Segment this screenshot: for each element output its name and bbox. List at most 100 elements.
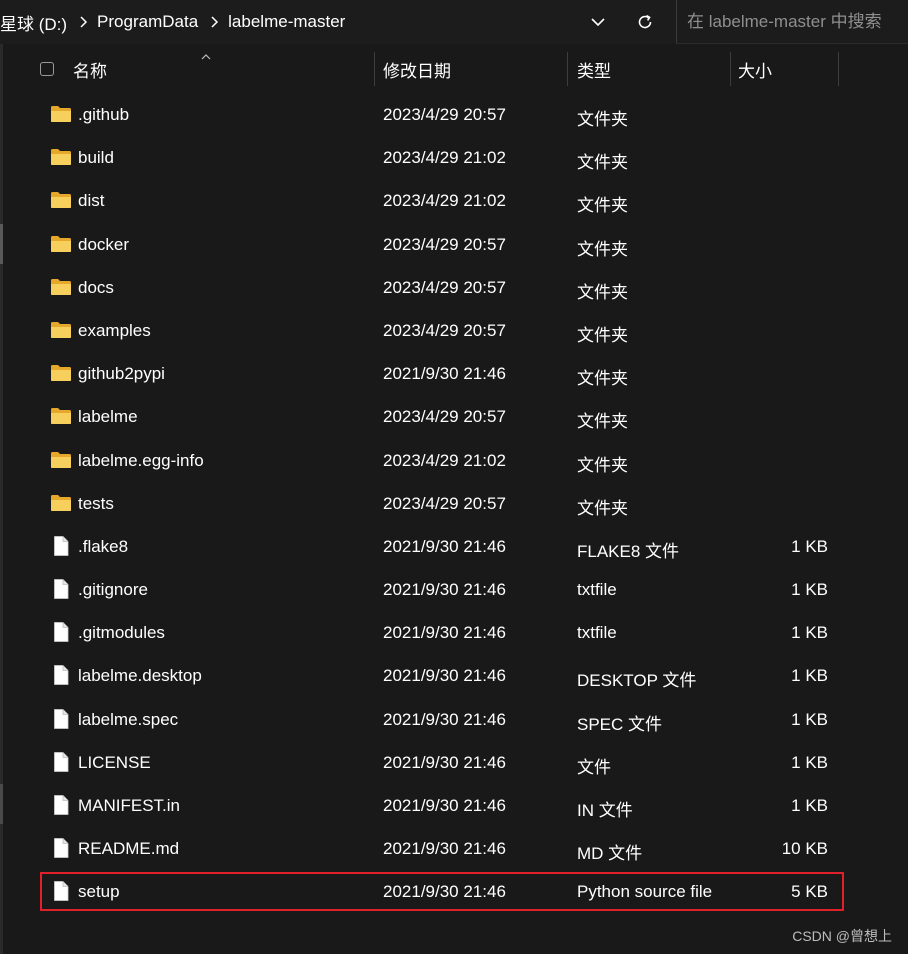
chevron-right-icon[interactable] [75, 14, 91, 30]
file-type: FLAKE8 文件 [577, 541, 680, 561]
file-row[interactable]: labelme 2023/4/29 20:57 文件夹 [0, 395, 908, 438]
file-row[interactable]: labelme.spec 2021/9/30 21:46 SPEC 文件 1 KB [0, 698, 908, 741]
file-icon [50, 880, 72, 902]
file-type: 文件夹 [577, 325, 628, 345]
file-icon [50, 664, 72, 686]
file-modified-date: 2021/9/30 21:46 [383, 709, 506, 729]
file-size: 10 KB [781, 839, 828, 859]
folder-icon [50, 362, 72, 384]
file-icon [50, 578, 72, 600]
chevron-down-icon[interactable] [584, 8, 612, 36]
file-icon [50, 837, 72, 859]
file-type: 文件夹 [577, 153, 628, 173]
file-row[interactable]: .gitignore 2021/9/30 21:46 txtfile 1 KB [0, 568, 908, 611]
file-modified-date: 2023/4/29 20:57 [383, 493, 506, 513]
file-name: LICENSE [78, 752, 151, 772]
column-divider[interactable] [838, 52, 839, 86]
file-modified-date: 2023/4/29 21:02 [383, 450, 506, 470]
sort-ascending-icon [200, 48, 212, 66]
breadcrumb-drive[interactable]: 星球 (D:) [0, 10, 73, 35]
column-divider[interactable] [730, 52, 731, 86]
file-size: 5 KB [791, 882, 828, 902]
file-modified-date: 2021/9/30 21:46 [383, 364, 506, 384]
file-type: 文件夹 [577, 498, 628, 518]
file-row[interactable]: MANIFEST.in 2021/9/30 21:46 IN 文件 1 KB [0, 784, 908, 827]
file-name: .gitignore [78, 580, 148, 600]
file-name: examples [78, 320, 151, 340]
file-modified-date: 2021/9/30 21:46 [383, 623, 506, 643]
file-size: 1 KB [791, 536, 828, 556]
file-icon [50, 535, 72, 557]
file-type: 文件夹 [577, 239, 628, 259]
file-row[interactable]: build 2023/4/29 21:02 文件夹 [0, 136, 908, 179]
file-name: dist [78, 191, 105, 211]
file-icon [50, 708, 72, 730]
file-name: docs [78, 277, 114, 297]
file-modified-date: 2021/9/30 21:46 [383, 752, 506, 772]
column-divider[interactable] [374, 52, 375, 86]
file-type: 文件夹 [577, 282, 628, 302]
chevron-right-icon[interactable] [206, 14, 222, 30]
folder-icon [50, 103, 72, 125]
file-row[interactable]: docker 2023/4/29 20:57 文件夹 [0, 223, 908, 266]
file-row[interactable]: README.md 2021/9/30 21:46 MD 文件 10 KB [0, 827, 908, 870]
file-type: Python source file [577, 882, 713, 902]
file-row[interactable]: tests 2023/4/29 20:57 文件夹 [0, 482, 908, 525]
breadcrumb-current-folder[interactable]: labelme-master [228, 12, 351, 32]
refresh-icon[interactable] [630, 7, 660, 37]
file-row[interactable]: labelme.desktop 2021/9/30 21:46 DESKTOP 文件… [0, 654, 908, 697]
file-size: 1 KB [791, 623, 828, 643]
folder-icon [50, 146, 72, 168]
file-type: 文件夹 [577, 196, 628, 216]
search-input[interactable] [685, 10, 908, 34]
file-name: labelme [78, 407, 138, 427]
file-row[interactable]: github2pypi 2021/9/30 21:46 文件夹 [0, 352, 908, 395]
file-type: DESKTOP 文件 [577, 671, 697, 691]
file-row[interactable]: .flake8 2021/9/30 21:46 FLAKE8 文件 1 KB [0, 525, 908, 568]
file-row[interactable]: .github 2023/4/29 20:57 文件夹 [0, 93, 908, 136]
file-modified-date: 2023/4/29 20:57 [383, 320, 506, 340]
file-name: github2pypi [78, 364, 165, 384]
folder-icon [50, 276, 72, 298]
column-header-type[interactable]: 类型 [577, 54, 611, 84]
file-row[interactable]: .gitmodules 2021/9/30 21:46 txtfile 1 KB [0, 611, 908, 654]
file-row[interactable]: labelme.egg-info 2023/4/29 21:02 文件夹 [0, 439, 908, 482]
file-name: .gitmodules [78, 623, 165, 643]
file-type: 文件夹 [577, 412, 628, 432]
file-icon [50, 621, 72, 643]
file-type: MD 文件 [577, 844, 643, 864]
file-modified-date: 2023/4/29 21:02 [383, 148, 506, 168]
file-modified-date: 2021/9/30 21:46 [383, 882, 506, 902]
file-row[interactable]: dist 2023/4/29 21:02 文件夹 [0, 179, 908, 222]
file-type: 文件夹 [577, 369, 628, 389]
file-name: labelme.desktop [78, 666, 202, 686]
file-size: 1 KB [791, 752, 828, 772]
file-modified-date: 2023/4/29 20:57 [383, 234, 506, 254]
file-modified-date: 2021/9/30 21:46 [383, 580, 506, 600]
file-icon [50, 794, 72, 816]
column-header-date[interactable]: 修改日期 [383, 54, 451, 84]
search-box[interactable] [676, 0, 908, 44]
file-modified-date: 2021/9/30 21:46 [383, 536, 506, 556]
breadcrumb-programdata[interactable]: ProgramData [97, 12, 204, 32]
file-modified-date: 2023/4/29 20:57 [383, 277, 506, 297]
file-name: tests [78, 493, 114, 513]
file-row[interactable]: examples 2023/4/29 20:57 文件夹 [0, 309, 908, 352]
file-name: .github [78, 105, 130, 124]
file-type: 文件夹 [577, 110, 628, 129]
column-header-name[interactable]: 名称 [73, 54, 107, 84]
file-type: txtfile [577, 623, 617, 643]
select-all-checkbox[interactable] [40, 62, 54, 76]
file-row[interactable]: setup 2021/9/30 21:46 Python source file 5 … [0, 870, 908, 913]
file-name: MANIFEST.in [78, 796, 181, 815]
file-row[interactable]: docs 2023/4/29 20:57 文件夹 [0, 266, 908, 309]
file-row[interactable]: LICENSE 2021/9/30 21:46 文件 1 KB [0, 741, 908, 784]
folder-icon [50, 449, 72, 471]
file-icon [50, 751, 72, 773]
file-type: 文件 [577, 757, 611, 777]
column-divider[interactable] [567, 52, 568, 86]
file-modified-date: 2021/9/30 21:46 [383, 666, 506, 686]
file-size: 1 KB [791, 796, 828, 815]
watermark: CSDN @曾想上 [792, 928, 892, 944]
column-header-size[interactable]: 大小 [738, 54, 772, 84]
